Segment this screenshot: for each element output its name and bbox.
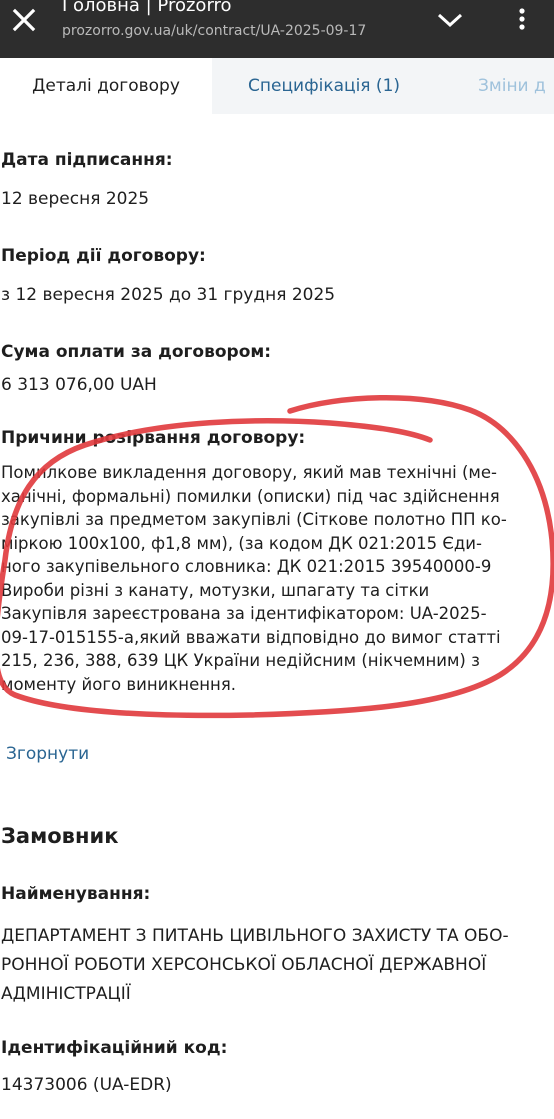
reason-line: 09-17-015155-а,який вважати відповідно д… <box>1 627 501 647</box>
period-value: з 12 вересня 2025 до 31 грудня 2025 <box>1 285 336 305</box>
screen: Головна | Prozorro prozorro.gov.ua/uk/co… <box>0 0 554 1119</box>
customer-id-label: Ідентифікаційний код: <box>1 1038 228 1058</box>
signing-date-value: 12 вересня 2025 <box>1 189 150 209</box>
reason-line: ханічні, формальні) помилки (описки) під… <box>1 486 500 506</box>
address-area[interactable]: Головна | Prozorro prozorro.gov.ua/uk/co… <box>62 0 422 52</box>
tab-contract-details[interactable]: Деталі договору <box>0 58 212 114</box>
customer-id-value: 14373006 (UA-EDR) <box>1 1075 172 1095</box>
reason-line: моменту його виникнення. <box>1 674 236 694</box>
reason-line: Закупівля зареєстрована за ідентифікатор… <box>1 604 487 623</box>
url-fade <box>382 0 422 52</box>
page-url: prozorro.gov.ua/uk/contract/UA-2025-09-1… <box>62 23 367 39</box>
period-label: Період дії договору: <box>1 246 206 266</box>
close-button[interactable] <box>6 2 42 38</box>
amount-label: Сума оплати за договором: <box>1 342 272 362</box>
tab-changes[interactable]: Зміни д <box>478 58 546 114</box>
reason-line: закупівлі за предметом закупівлі (Сітков… <box>1 510 507 529</box>
amount-value: 6 313 076,00 UAH <box>1 375 157 395</box>
reason-line: ного закупівельного словника: ДК 021:201… <box>1 557 492 576</box>
reason-line: Вироби різні з канату, мотузки, шпагату … <box>1 580 430 600</box>
collapse-link[interactable]: Згорнути <box>6 744 89 764</box>
customer-name-line: АДМІНІСТРАЦІЇ <box>1 984 131 1004</box>
expand-button[interactable] <box>432 4 468 34</box>
customer-section-title: Замовник <box>1 824 119 848</box>
chevron-down-icon <box>437 13 463 28</box>
more-options-button[interactable] <box>510 4 534 34</box>
customer-name-line: ДЕПАРТАМЕНТ З ПИТАНЬ ЦИВІЛЬНОГО ЗАХИСТУ … <box>1 926 509 946</box>
tab-bar: Деталі договору Специфікація (1) Зміни д <box>0 58 554 114</box>
termination-reason-label: Причини розірвання договору: <box>1 428 306 448</box>
customer-name-line: РОННОЇ РОБОТИ ХЕРСОНСЬКОЇ ОБЛАСНОЇ ДЕРЖА… <box>1 955 487 975</box>
more-vert-icon <box>519 8 525 30</box>
tab-specification[interactable]: Специфікація (1) <box>248 58 400 114</box>
customer-name-label: Найменування: <box>1 884 151 904</box>
browser-toolbar: Головна | Prozorro prozorro.gov.ua/uk/co… <box>0 0 554 58</box>
reason-line: міркою 100х100, ф1,8 мм), (за кодом ДК 0… <box>1 533 482 553</box>
customer-name-value: ДЕПАРТАМЕНТ З ПИТАНЬ ЦИВІЛЬНОГО ЗАХИСТУ … <box>1 922 551 1009</box>
close-icon <box>12 8 36 32</box>
signing-date-label: Дата підписання: <box>1 150 173 170</box>
reason-line: Помилкове викладення договору, який мав … <box>1 463 497 482</box>
termination-reason-text: Помилкове викладення договору, який мав … <box>1 461 547 696</box>
page-title: Головна | Prozorro <box>62 0 232 16</box>
reason-line: 215, 236, 388, 639 ЦК України недійсним … <box>1 651 480 670</box>
